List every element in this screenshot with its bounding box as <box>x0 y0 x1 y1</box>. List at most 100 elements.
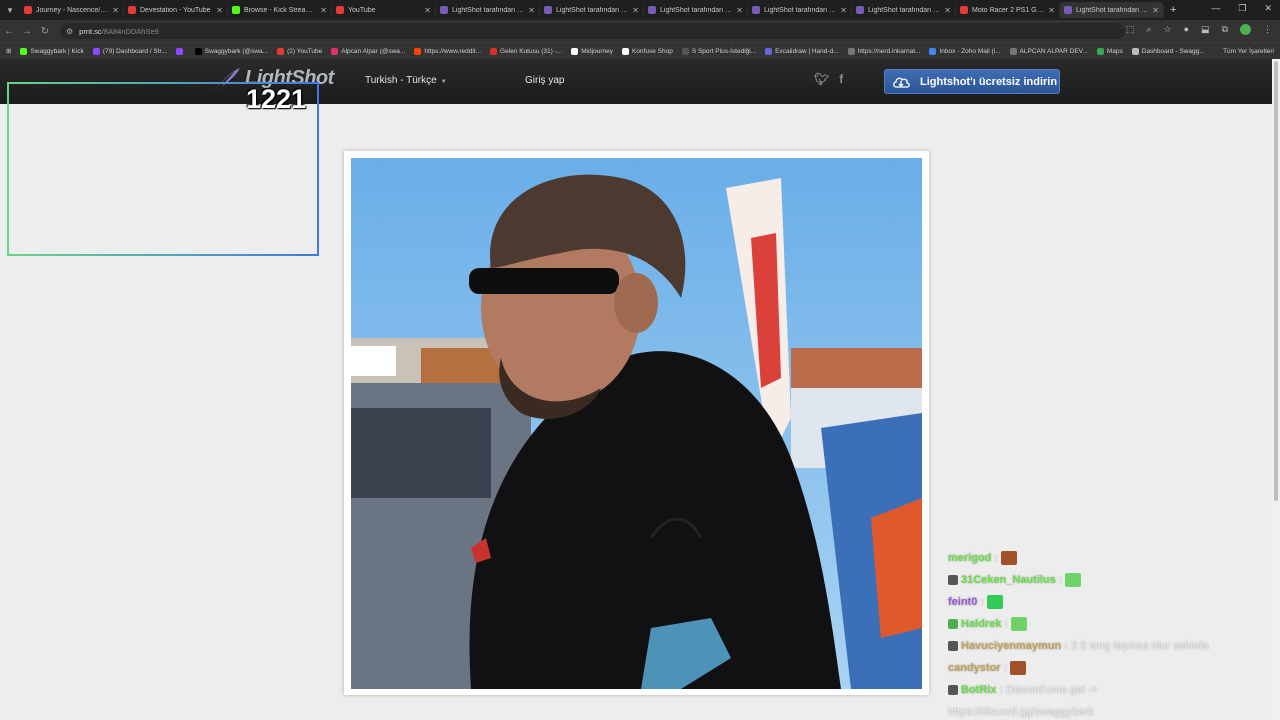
tab-close-icon[interactable]: ✕ <box>840 6 847 15</box>
bookmark-item[interactable]: Midjourney <box>571 47 613 55</box>
minimize-icon[interactable]: — <box>1211 3 1220 14</box>
star-icon[interactable]: ☆ <box>1164 24 1172 35</box>
bookmark-item[interactable]: Gelen Kutusu (31) -... <box>490 47 562 55</box>
bookmark-item[interactable]: Swaggybark (@swa... <box>194 47 269 55</box>
chat-message: merigod: <box>948 547 1268 569</box>
tab-close-icon[interactable]: ✕ <box>944 6 951 15</box>
extension-icon[interactable]: ● <box>1184 24 1189 35</box>
bookmark-item[interactable]: ALPCAN ALPAR DEV... <box>1009 47 1088 55</box>
chat-message: Havuciyenmaymun:3 5 smg taşınsa olur asl… <box>948 635 1268 657</box>
browser-tab[interactable]: LightShot tarafından Ekra ✕ <box>436 2 540 18</box>
install-icon[interactable]: ⬚ <box>1126 24 1135 35</box>
bookmark-item[interactable]: Dashboard - Swagg... <box>1131 47 1205 55</box>
tab-close-icon[interactable]: ✕ <box>216 6 223 15</box>
browser-tab[interactable]: LightShot tarafından Ekra ✕ <box>644 2 748 18</box>
puzzle-icon[interactable]: ⧉ <box>1222 24 1228 35</box>
language-select[interactable]: Turkish - Türkçe ▼ <box>365 75 447 86</box>
zoom-icon[interactable]: ⌕ <box>1146 24 1151 35</box>
screenshot-frame <box>344 151 929 695</box>
browser-tab[interactable]: LightShot tarafından Ekra ✕ <box>1060 2 1164 18</box>
page-scrollbar[interactable] <box>1272 59 1280 720</box>
chat-username[interactable]: feint0 <box>948 596 977 608</box>
back-icon[interactable]: ← <box>0 26 18 37</box>
tab-close-icon[interactable]: ✕ <box>112 6 119 15</box>
bookmark-label: (79) Dashboard / Str... <box>102 47 167 55</box>
close-icon[interactable]: ✕ <box>1264 3 1272 14</box>
tab-close-icon[interactable]: ✕ <box>528 6 535 15</box>
bookmark-item[interactable]: Maps <box>1096 47 1123 55</box>
chat-username[interactable]: 31Ceken_Nautilus <box>961 574 1056 586</box>
bookmark-item[interactable]: (79) Dashboard / Str... <box>92 47 167 55</box>
bookmarks-bar: ⊞ Swaggybark | Kick (79) Dashboard / Str.… <box>0 42 1280 59</box>
browser-tab[interactable]: LightShot tarafından Ekra ✕ <box>748 2 852 18</box>
download-button[interactable]: Lightshot'ı ücretsiz indirin <box>884 69 1060 94</box>
overlay-counter: 1221 <box>246 84 307 114</box>
bookmark-item[interactable]: https://www.reddit... <box>414 47 481 55</box>
bookmark-item[interactable]: Konfuse Shop <box>621 47 673 55</box>
browser-tab[interactable]: LightShot tarafından Ekra ✕ <box>540 2 644 18</box>
browser-tab[interactable]: YouTube ✕ <box>332 2 436 18</box>
bookmark-item[interactable] <box>175 47 186 55</box>
all-bookmarks-label: Tüm Yer İşaretleri <box>1223 47 1274 55</box>
login-link[interactable]: Giriş yap <box>525 75 564 86</box>
maximize-icon[interactable]: ❐ <box>1238 3 1246 14</box>
site-info-icon[interactable]: ⚙ <box>66 27 73 36</box>
chat-username[interactable]: merigod <box>948 552 991 564</box>
social-links: 🐦︎ f <box>814 72 843 86</box>
tab-close-icon[interactable]: ✕ <box>320 6 327 15</box>
tab-search-icon[interactable]: ▾ <box>0 0 20 20</box>
tab-close-icon[interactable]: ✕ <box>424 6 431 15</box>
bookmark-favicon-icon <box>681 47 689 55</box>
downloads-icon[interactable]: ⬓ <box>1201 24 1210 35</box>
twitter-icon[interactable]: 🐦︎ <box>814 72 829 86</box>
all-bookmarks-link[interactable]: Tüm Yer İşaretleri <box>1223 48 1274 55</box>
screenshot-image[interactable] <box>351 158 922 689</box>
browser-tab[interactable]: Devestation - YouTube ✕ <box>124 2 228 18</box>
url-host: prnt.sc <box>79 26 102 36</box>
bookmark-item[interactable]: (2) YouTube <box>277 47 322 55</box>
tab-favicon-icon <box>752 6 760 14</box>
scrollbar-thumb[interactable] <box>1274 61 1278 501</box>
browser-tab[interactable]: LightShot tarafından Ekra ✕ <box>852 2 956 18</box>
bookmark-item[interactable]: https://nerd.inkarnat... <box>847 47 920 55</box>
reload-icon[interactable]: ↻ <box>36 26 54 37</box>
browser-tab[interactable]: Journey - Nascence/Apoc ✕ <box>20 2 124 18</box>
tab-close-icon[interactable]: ✕ <box>632 6 639 15</box>
new-tab-button[interactable]: + <box>1170 4 1176 16</box>
bookmark-item[interactable]: Excalidraw | Hand-d... <box>765 47 839 55</box>
kebab-menu-icon[interactable]: ⋮ <box>1263 24 1272 35</box>
apps-icon[interactable]: ⊞ <box>6 47 11 55</box>
forward-icon[interactable]: → <box>18 26 36 37</box>
tab-label: Moto Racer 2 PS1 Gamep <box>972 6 1045 14</box>
bookmark-label: Dashboard - Swagg... <box>1141 47 1205 55</box>
chat-username[interactable]: Haldrek <box>961 618 1001 630</box>
chat-username[interactable]: Havuciyenmaymun <box>961 640 1061 652</box>
tab-close-icon[interactable]: ✕ <box>1048 6 1055 15</box>
bookmark-item[interactable]: Inbox - Zoho Mail (i... <box>929 47 1001 55</box>
bookmark-item[interactable]: S Sport Plus-İstediği... <box>681 47 756 55</box>
chat-message: candystor: <box>948 657 1268 679</box>
tab-close-icon[interactable]: ✕ <box>1152 6 1159 15</box>
bookmark-label: Swaggybark (@swa... <box>204 47 269 55</box>
browser-tab[interactable]: Browse - Kick Streaming ✕ <box>228 2 332 18</box>
tab-favicon-icon <box>960 6 968 14</box>
url-input[interactable]: ⚙ prnt.sc/8A84nDDAhSe9 <box>60 23 1125 39</box>
bookmark-item[interactable]: Swaggybark | Kick <box>20 47 84 55</box>
badge-icon <box>948 619 958 629</box>
browser-tab[interactable]: Moto Racer 2 PS1 Gamep✕ <box>956 2 1060 18</box>
chat-username[interactable]: candystor <box>948 662 1001 674</box>
chat-username[interactable]: BotRix <box>961 684 996 696</box>
download-label: Lightshot'ı ücretsiz indirin <box>920 75 1058 88</box>
emote-icon <box>987 595 1004 609</box>
bookmark-item[interactable]: Alpcan Alpar (@swa... <box>331 47 406 55</box>
profile-avatar[interactable] <box>1240 24 1251 35</box>
tab-label: Journey - Nascence/Apoc <box>36 6 110 14</box>
tab-close-icon[interactable]: ✕ <box>736 6 743 15</box>
tab-label: LightShot tarafından Ekra <box>660 6 734 14</box>
tab-favicon-icon <box>544 6 552 14</box>
tab-label: LightShot tarafından Ekra <box>452 6 526 14</box>
facebook-icon[interactable]: f <box>839 72 843 86</box>
bookmark-favicon-icon <box>1131 47 1139 55</box>
bookmark-label: Alpcan Alpar (@swa... <box>341 47 406 55</box>
tab-label: LightShot tarafından Ekra <box>764 6 838 14</box>
